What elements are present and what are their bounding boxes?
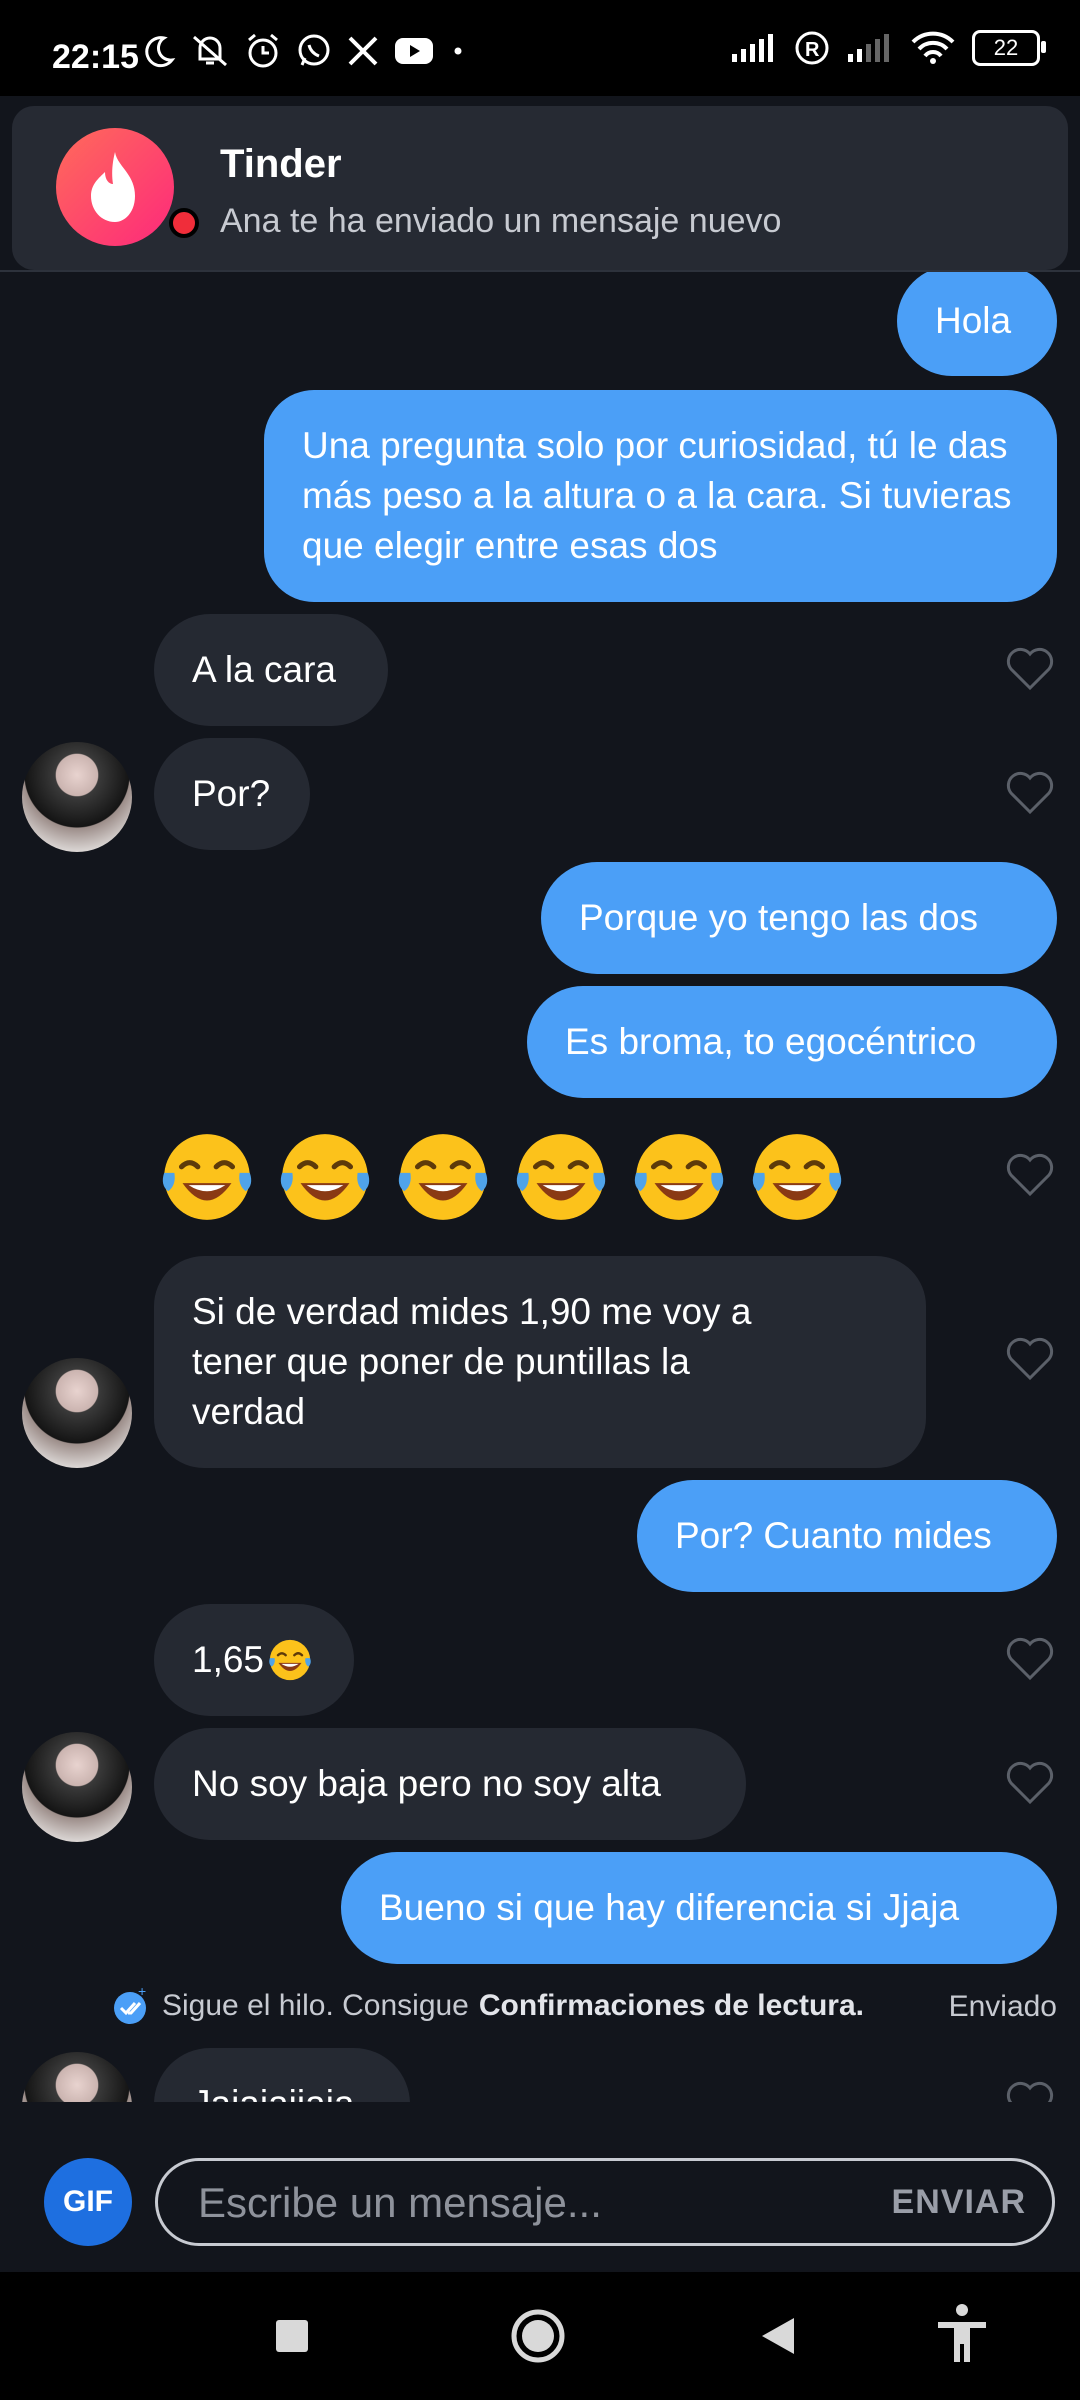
double-check-badge-icon: +	[114, 1986, 146, 2024]
message-incoming[interactable]: A la cara	[154, 614, 388, 726]
message-text: Por?	[192, 773, 271, 814]
message-text: Por? Cuanto mides	[675, 1515, 992, 1556]
send-button[interactable]: ENVIAR	[892, 2183, 1026, 2222]
message-text: No soy baja pero no soy alta	[192, 1763, 661, 1804]
message-placeholder: Escribe un mensaje...	[198, 2179, 602, 2226]
heart-outline-icon[interactable]	[1004, 642, 1056, 694]
message-outgoing[interactable]: Porque yo tengo las dos	[541, 862, 1057, 974]
message-text: Es broma, to egocéntrico	[565, 1021, 977, 1062]
message-incoming[interactable]: Si de verdad mides 1,90 me voy a tener q…	[154, 1256, 926, 1468]
alarm-icon	[248, 33, 278, 68]
message-outgoing[interactable]: Hola	[897, 272, 1057, 376]
tears-of-joy-emoji-icon	[752, 1134, 842, 1220]
heart-outline-icon[interactable]	[1004, 2076, 1056, 2102]
message-outgoing[interactable]: Bueno si que hay diferencia si Jjaja	[341, 1852, 1057, 1964]
whatsapp-icon	[298, 34, 330, 66]
avatar[interactable]	[22, 2052, 132, 2102]
tears-of-joy-emoji-icon	[634, 1134, 724, 1220]
signal-icon-2	[848, 34, 889, 62]
message-text: Hola	[935, 300, 1012, 341]
message-input[interactable]: Escribe un mensaje... ENVIAR	[155, 2158, 1055, 2246]
notification-dot-icon	[169, 208, 199, 238]
message-text: Porque yo tengo las dos	[579, 897, 979, 938]
moon-icon	[145, 36, 176, 68]
composer: GIF Escribe un mensaje... ENVIAR	[0, 2102, 1080, 2272]
home-icon[interactable]	[510, 2308, 566, 2364]
status-time: 22:15	[52, 38, 139, 76]
notification-app-name: Tinder	[220, 142, 342, 186]
heart-outline-icon[interactable]	[1004, 1756, 1056, 1808]
message-text: Una pregunta solo por curiosidad, tú le …	[302, 425, 1012, 566]
notification-text: Ana te ha enviado un mensaje nuevo	[220, 202, 782, 240]
message-outgoing[interactable]: Por? Cuanto mides	[637, 1480, 1057, 1592]
wifi-icon	[911, 31, 955, 64]
svg-text:R: R	[805, 39, 820, 61]
tears-of-joy-emoji-icon	[269, 1639, 311, 1681]
tears-of-joy-emoji-icon	[280, 1134, 370, 1220]
status-right-icons: R 22	[730, 30, 1046, 66]
message-text: 1,65	[192, 1639, 265, 1680]
message-incoming[interactable]: Por?	[154, 738, 310, 850]
notification-banner[interactable]: Tinder Ana te ha enviado un mensaje nuev…	[12, 106, 1068, 270]
message-outgoing[interactable]: Una pregunta solo por curiosidad, tú le …	[264, 390, 1057, 602]
roaming-icon: R	[795, 31, 829, 65]
sent-status: Enviado	[948, 1990, 1057, 2023]
dot-icon	[454, 47, 462, 55]
svg-text:+: +	[138, 1986, 146, 1999]
message-text: Bueno si que hay diferencia si Jjaja	[379, 1887, 960, 1928]
message-incoming[interactable]: Jajajajjaja	[154, 2048, 410, 2102]
heart-outline-icon[interactable]	[1004, 1332, 1056, 1384]
message-incoming[interactable]: 1,65	[154, 1604, 354, 1716]
message-outgoing[interactable]: Es broma, to egocéntrico	[527, 986, 1057, 1098]
tears-of-joy-emoji-icon	[398, 1134, 488, 1220]
battery-icon: 22	[972, 30, 1046, 66]
recents-icon[interactable]	[274, 2318, 310, 2354]
battery-level: 22	[993, 35, 1019, 60]
heart-outline-icon[interactable]	[1004, 1632, 1056, 1684]
tears-of-joy-emoji-icon	[162, 1134, 252, 1220]
back-icon[interactable]	[758, 2314, 798, 2358]
signal-icon	[732, 34, 773, 62]
heart-outline-icon[interactable]	[1004, 1148, 1056, 1200]
emoji-message[interactable]	[156, 1126, 848, 1228]
navigation-bar	[0, 2272, 1080, 2400]
status-bar: 22:15 R 22	[0, 0, 1080, 96]
mute-bell-icon	[193, 35, 227, 67]
message-incoming[interactable]: No soy baja pero no soy alta	[154, 1728, 746, 1840]
chat-messages[interactable]: Hola Una pregunta solo por curiosidad, t…	[0, 272, 1080, 2102]
tinder-logo-icon	[56, 128, 174, 246]
receipt-text: Sigue el hilo. Consigue	[162, 1989, 469, 2022]
read-receipt-promo[interactable]: + Sigue el hilo. Consigue Confirmaciones…	[112, 1986, 864, 2026]
tears-of-joy-emoji-icon	[516, 1134, 606, 1220]
avatar[interactable]	[22, 1358, 132, 1468]
status-left-icons	[142, 32, 468, 70]
avatar[interactable]	[22, 1732, 132, 1842]
accessibility-icon[interactable]	[934, 2302, 990, 2366]
x-icon	[348, 36, 378, 66]
avatar[interactable]	[22, 742, 132, 852]
message-text: A la cara	[192, 649, 336, 690]
receipt-link[interactable]: Confirmaciones de lectura.	[479, 1989, 864, 2023]
message-text: Jajajajjaja	[192, 2079, 355, 2102]
youtube-icon	[395, 38, 433, 64]
heart-outline-icon[interactable]	[1004, 766, 1056, 818]
gif-button[interactable]: GIF	[44, 2158, 132, 2246]
message-text: Si de verdad mides 1,90 me voy a tener q…	[192, 1291, 752, 1432]
